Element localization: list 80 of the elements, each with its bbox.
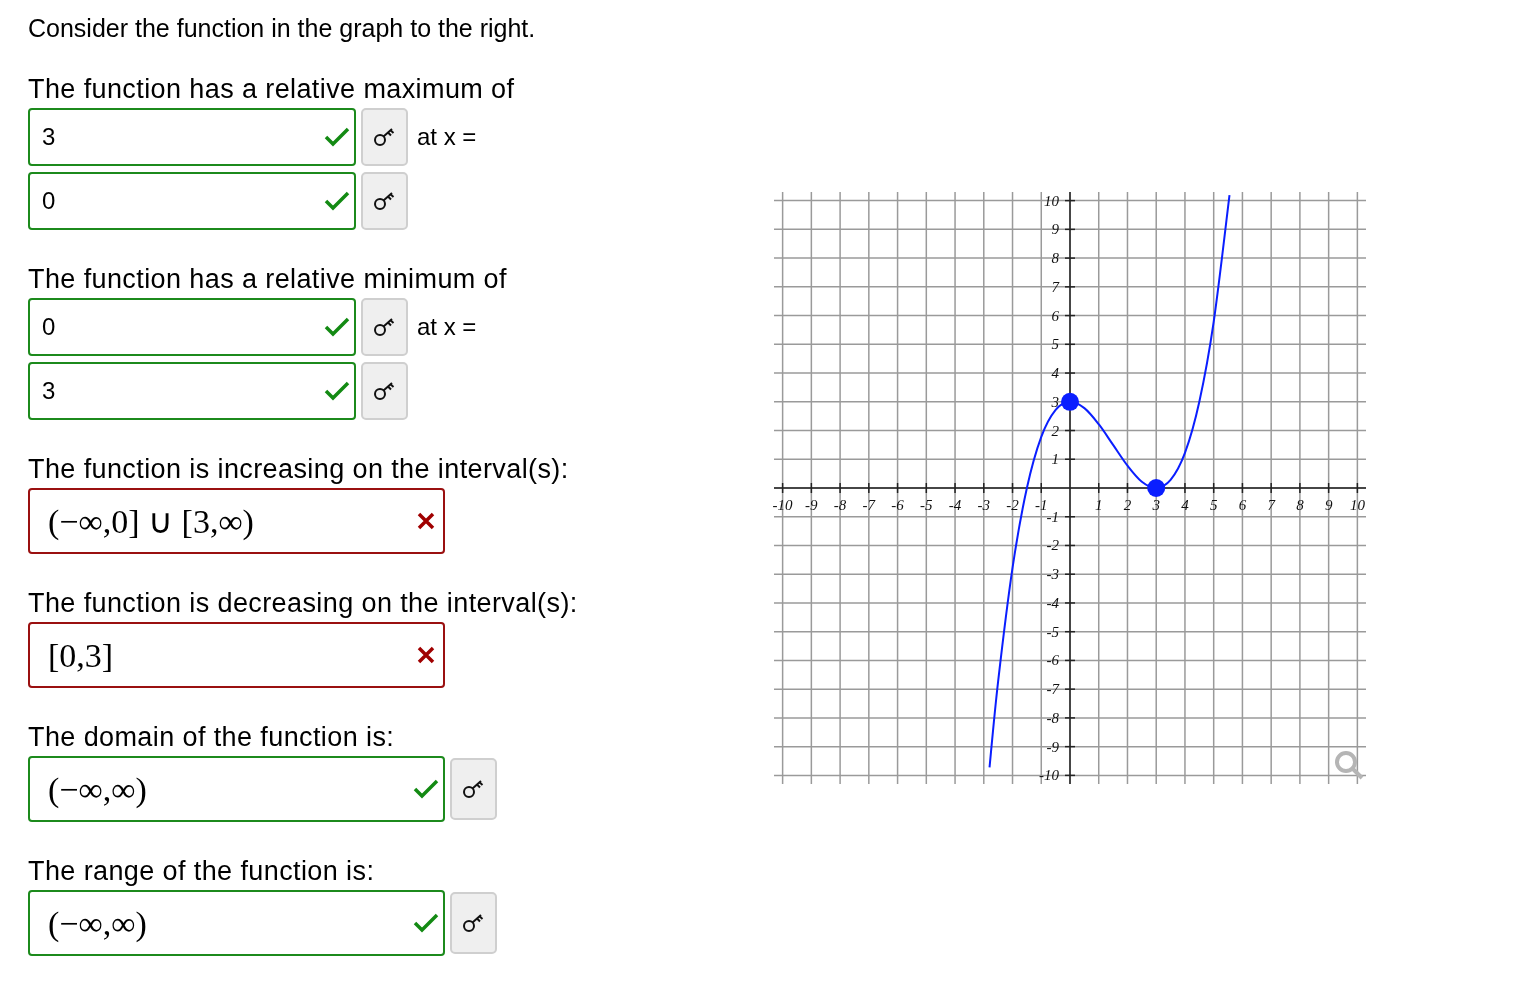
question-label: The range of the function is:: [28, 856, 376, 886]
y-tick-label: -5: [1046, 623, 1059, 640]
x-tick-label: 1: [1095, 497, 1103, 513]
answer-key-button[interactable]: [361, 298, 408, 356]
key-icon: [372, 127, 397, 147]
x-tick-label: 4: [1181, 497, 1189, 513]
x-tick-label: -10: [772, 497, 793, 513]
answer-field[interactable]: [0,3]: [28, 622, 445, 688]
question-label: The function has a relative maximum of: [28, 74, 516, 104]
key-icon: [461, 779, 486, 799]
answer-field[interactable]: 0: [28, 172, 356, 230]
y-tick-label: 2: [1051, 422, 1059, 439]
answer-key-button[interactable]: [450, 758, 497, 820]
answer-field[interactable]: 0: [28, 298, 356, 356]
answer-field[interactable]: 3: [28, 362, 356, 420]
x-tick-label: -7: [862, 497, 876, 513]
critical-point[interactable]: [1061, 392, 1079, 411]
x-tick-label: -3: [977, 497, 991, 513]
answer-value: 0: [42, 312, 56, 342]
answer-field[interactable]: (−∞,∞): [28, 890, 445, 956]
y-tick-label: -8: [1046, 709, 1059, 726]
answer-value: 3: [42, 122, 56, 152]
y-tick-label: -1: [1046, 508, 1059, 525]
x-tick-label: 9: [1324, 497, 1333, 513]
x-tick-label: -4: [948, 497, 962, 513]
y-tick-label: -9: [1046, 738, 1059, 755]
x-tick-label: 10: [1349, 497, 1365, 513]
key-icon: [461, 913, 486, 933]
y-tick-label: 7: [1051, 278, 1059, 295]
y-tick-label: -2: [1046, 537, 1059, 554]
answer-key-button[interactable]: [361, 108, 408, 166]
y-tick-label: -6: [1046, 652, 1059, 669]
y-tick-label: 9: [1051, 221, 1059, 238]
y-tick-label: -10: [1039, 767, 1059, 784]
question-label: The function is decreasing on the interval(s):: [28, 588, 579, 618]
zoom-icon[interactable]: [1335, 751, 1364, 780]
answer-value: [0,3]: [48, 635, 114, 676]
key-icon: [372, 317, 397, 337]
critical-point[interactable]: [1147, 479, 1166, 497]
answer-key-button[interactable]: [361, 172, 408, 230]
y-tick-label: -3: [1046, 566, 1059, 583]
connector-text: at x =: [417, 122, 477, 152]
question-label: The function is increasing on the interval(s):: [28, 454, 570, 484]
y-tick-label: 4: [1051, 365, 1059, 382]
x-tick-label: 2: [1123, 497, 1132, 513]
answer-value: 0: [42, 186, 56, 216]
x-tick-label: 8: [1296, 497, 1304, 513]
y-tick-label: 8: [1051, 250, 1059, 267]
y-tick-label: 6: [1051, 307, 1059, 324]
key-icon: [372, 381, 397, 401]
connector-text: at x =: [417, 312, 477, 342]
x-tick-label: -1: [1035, 497, 1048, 513]
y-tick-label: 5: [1051, 336, 1059, 353]
x-tick-label: 3: [1152, 497, 1160, 513]
y-tick-label: 10: [1044, 192, 1059, 209]
y-tick-label: 1: [1051, 451, 1059, 468]
key-icon: [372, 191, 397, 211]
y-tick-label: -7: [1046, 681, 1059, 698]
answer-value: (−∞,∞): [48, 903, 147, 944]
answer-key-button[interactable]: [361, 362, 408, 420]
x-tick-label: -6: [891, 497, 904, 513]
question-label: The domain of the function is:: [28, 722, 396, 752]
x-tick-label: 7: [1267, 497, 1275, 513]
answer-value: (−∞,0] ∪ [3,∞): [48, 501, 254, 542]
y-tick-label: 3: [1051, 393, 1059, 410]
answer-field[interactable]: (−∞,0] ∪ [3,∞): [28, 488, 445, 554]
answer-field[interactable]: (−∞,∞): [28, 756, 445, 822]
answer-value: 3: [42, 376, 56, 406]
prompt-text: Consider the function in the graph to the right.: [28, 13, 537, 44]
answer-key-button[interactable]: [450, 892, 497, 954]
x-tick-label: -9: [805, 497, 818, 513]
x-tick-label: -8: [833, 497, 847, 513]
answer-field[interactable]: 3: [28, 108, 356, 166]
answer-value: (−∞,∞): [48, 769, 147, 810]
x-tick-label: -2: [1006, 497, 1019, 513]
x-tick-label: 6: [1238, 497, 1247, 513]
x-tick-label: -5: [920, 497, 933, 513]
x-tick-label: 5: [1209, 497, 1218, 513]
y-tick-label: -4: [1046, 594, 1059, 611]
question-label: The function has a relative minimum of: [28, 264, 508, 294]
